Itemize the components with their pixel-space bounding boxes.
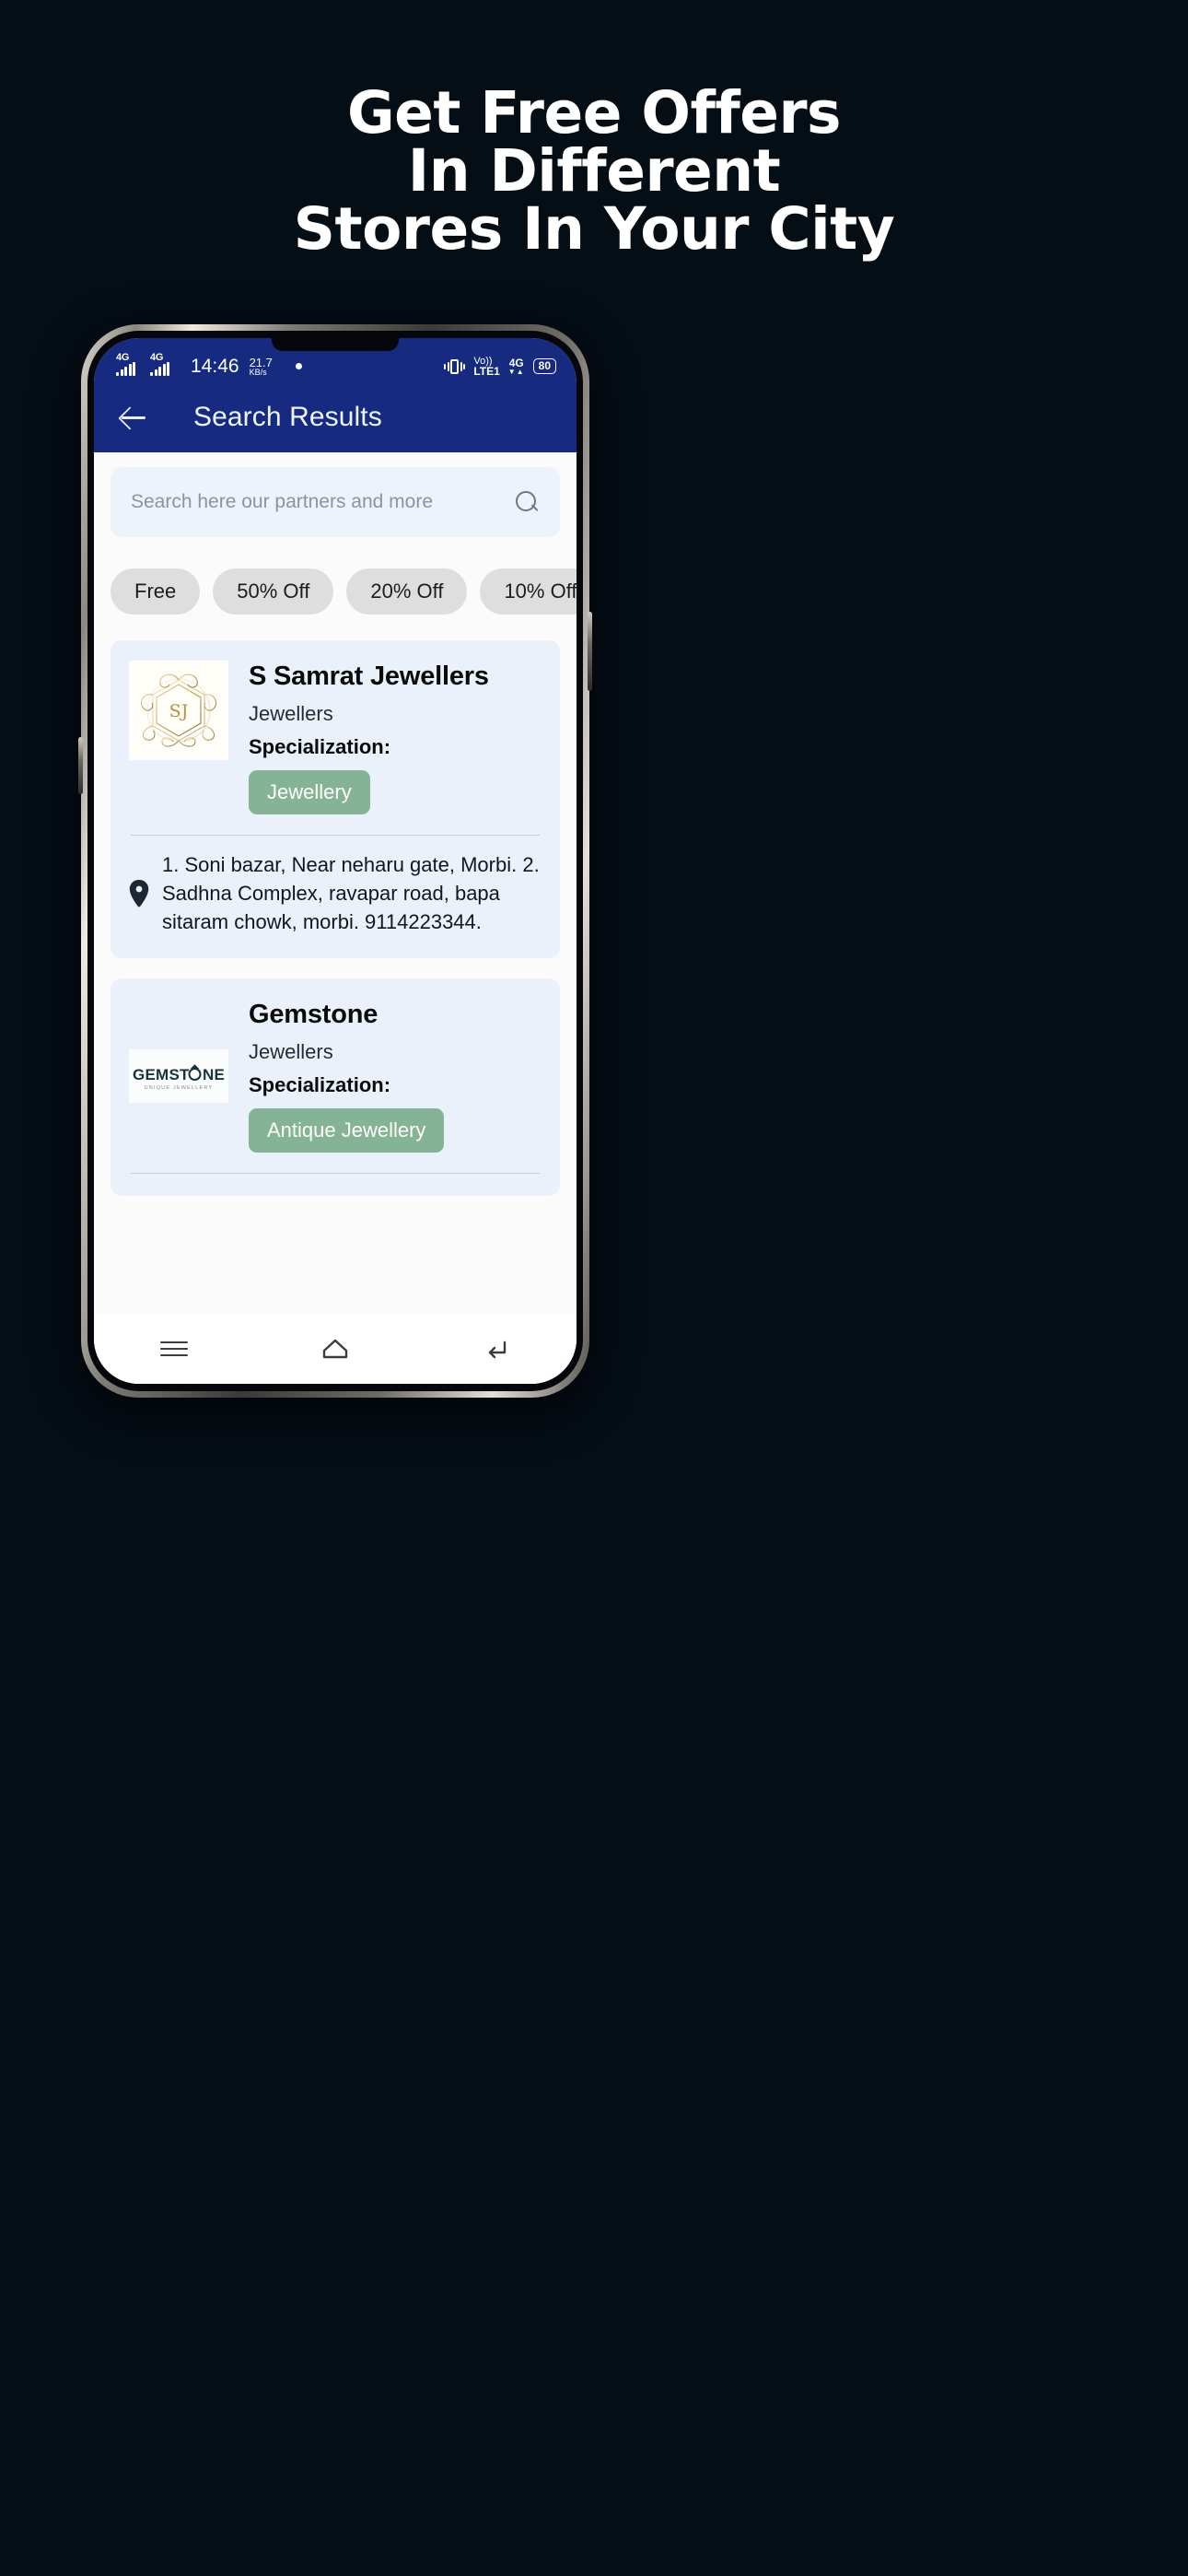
filter-chip-free[interactable]: Free [111,568,201,615]
search-input[interactable]: Search here our partners and more [131,491,514,513]
android-nav-bar [94,1314,577,1384]
store-category: Jewellers [249,1040,333,1063]
data-network-icon: 4G ▼▲ [507,357,525,376]
status-bar-right: Vo)) LTE1 4G ▼▲ 80 [444,357,556,378]
data-arrows-icon: ▼▲ [507,367,525,376]
notification-dot-icon [295,363,302,370]
back-arrow-icon[interactable] [116,400,151,435]
sim2-network-label: 4G [150,352,164,364]
svg-text:UNIQUE JEWELLERY: UNIQUE JEWELLERY [145,1085,214,1091]
result-card-header: SJ S Samrat Jewellers Jewellers Speciali… [129,661,542,814]
phone-bezel: 4G 4G 14:46 21.7 KB/s Vo)) LTE1 4G ▼▲ 80… [87,331,583,1391]
recents-menu-icon[interactable] [157,1332,191,1365]
specialization-tag: Antique Jewellery [249,1108,445,1153]
filter-chip-50-off[interactable]: 50% Off [213,568,334,615]
home-icon[interactable] [319,1332,352,1365]
specialization-tag: Jewellery [249,770,370,814]
volte-icon: Vo)) LTE1 [473,357,500,378]
card-divider [131,1173,540,1174]
sim1-network-label: 4G [116,352,130,364]
filter-chip-10-off[interactable]: 10% Off [480,568,577,615]
promo-headline: Get Free Offers In Different Stores In Y… [0,79,1188,263]
volte-line2: LTE1 [473,364,500,378]
sim1-signal-icon: 4G [116,353,146,377]
location-pin-icon [129,879,149,907]
search-section: Search here our partners and more [94,452,577,537]
store-address: 1. Soni bazar, Near neharu gate, Morbi. … [162,853,540,933]
specialization-label: Specialization: [249,1073,391,1096]
page-title: Search Results [193,402,382,432]
vibrate-mode-icon [444,358,466,374]
power-button[interactable] [588,612,592,691]
store-address-row: 1. Soni bazar, Near neharu gate, Morbi. … [129,836,542,936]
filter-chip-20-off[interactable]: 20% Off [346,568,468,615]
battery-indicator: 80 [532,358,556,375]
phone-screen: 4G 4G 14:46 21.7 KB/s Vo)) LTE1 4G ▼▲ 80… [94,338,577,1384]
svg-text:NE: NE [203,1066,225,1083]
svg-text:SJ: SJ [169,701,189,721]
result-card[interactable]: GEMST NE UNIQUE JEWELLERY Gemstone Jewel… [111,978,560,1196]
sim2-signal-icon: 4G [150,353,180,377]
search-bar[interactable]: Search here our partners and more [111,467,560,537]
specialization-label: Specialization: [249,735,391,758]
store-name: Gemstone [249,1000,379,1029]
store-category: Jewellers [249,702,333,725]
store-name: S Samrat Jewellers [249,662,489,691]
network-speed-unit: KB/s [249,367,267,377]
result-card-info: Gemstone Jewellers Specialization: Antiq… [249,999,542,1153]
status-time: 14:46 [191,356,239,378]
camera-notch [272,338,399,351]
search-results-content: Search here our partners and more Free 5… [94,452,577,1384]
result-card-header: GEMST NE UNIQUE JEWELLERY Gemstone Jewel… [129,999,542,1153]
gemstone-logo-svg: GEMST NE UNIQUE JEWELLERY [133,1063,225,1091]
headline-line-1: Get Free Offers [346,79,842,146]
network-speed: 21.7 KB/s [249,356,273,377]
svg-text:GEMST: GEMST [133,1066,190,1083]
search-icon[interactable] [514,489,540,515]
headline-line-3: Stores In Your City [293,195,895,263]
status-bar-left: 4G 4G 14:46 21.7 KB/s [116,353,302,378]
headline-line-2: In Different [407,137,781,205]
result-card[interactable]: SJ S Samrat Jewellers Jewellers Speciali… [111,640,560,958]
result-card-info: S Samrat Jewellers Jewellers Specializat… [249,661,542,814]
sj-monogram-logo: SJ [129,661,228,760]
volume-button[interactable] [78,737,83,794]
back-nav-icon[interactable] [480,1332,513,1365]
sj-logo-svg: SJ [140,673,217,747]
gemstone-ring-logo: GEMST NE UNIQUE JEWELLERY [129,1048,228,1103]
app-bar: Search Results [94,382,577,452]
results-list: SJ S Samrat Jewellers Jewellers Speciali… [94,615,577,1196]
filter-chip-row[interactable]: Free 50% Off 20% Off 10% Off [94,537,577,615]
phone-mockup: 4G 4G 14:46 21.7 KB/s Vo)) LTE1 4G ▼▲ 80… [78,324,592,1398]
